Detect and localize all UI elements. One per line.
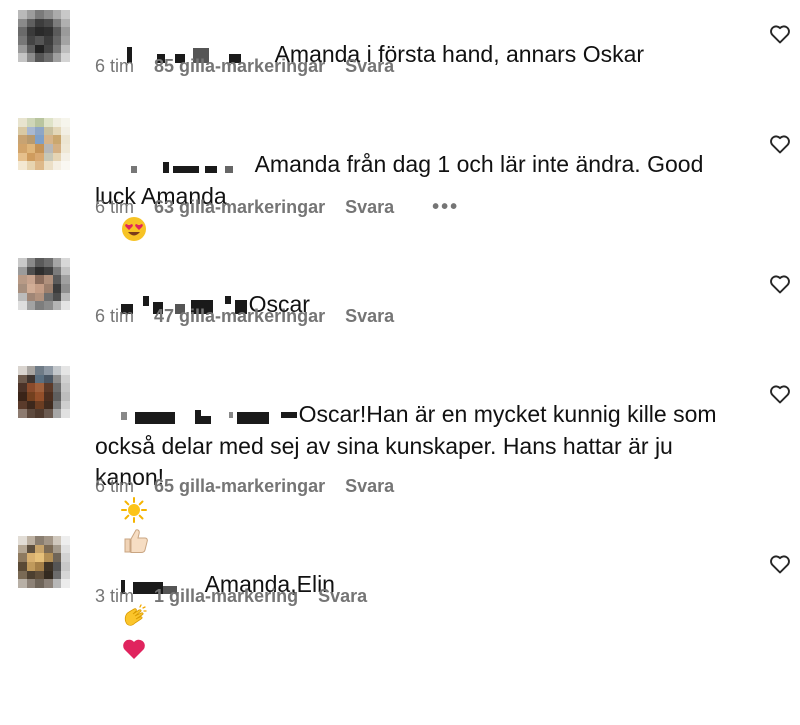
avatar[interactable] <box>18 366 70 418</box>
like-count[interactable]: 65 gilla-markeringar <box>154 476 325 497</box>
comment-time: 6 tim <box>95 56 135 76</box>
comment-time: 6 tim <box>95 197 135 217</box>
reply-button[interactable]: Svara <box>345 306 394 327</box>
comment-meta: 6 tim 47 gilla-markeringar Svara <box>95 306 414 327</box>
heart-outline-icon[interactable] <box>768 22 792 46</box>
heart-outline-icon[interactable] <box>768 272 792 296</box>
comment-time: 6 tim <box>95 306 135 326</box>
like-count[interactable]: 1 gilla-markering <box>154 586 298 607</box>
reply-button[interactable]: Svara <box>345 476 394 497</box>
heart-outline-icon[interactable] <box>768 382 792 406</box>
comment-meta: 6 tim 65 gilla-markeringar Svara <box>95 476 414 497</box>
redacted-username <box>120 400 299 431</box>
comment-time: 6 tim <box>95 476 135 496</box>
avatar[interactable] <box>18 258 70 310</box>
reply-button[interactable]: Svara <box>345 56 394 77</box>
comment-time: 3 tim <box>95 586 135 606</box>
reply-button[interactable]: Svara <box>318 586 367 607</box>
like-count[interactable]: 85 gilla-markeringar <box>154 56 325 77</box>
redacted-username <box>121 150 249 181</box>
comment-meta: 3 tim 1 gilla-markering Svara <box>95 586 387 607</box>
avatar[interactable] <box>18 118 70 170</box>
like-count[interactable]: 47 gilla-markeringar <box>154 306 325 327</box>
avatar[interactable] <box>18 10 70 62</box>
reply-button[interactable]: Svara <box>345 197 394 218</box>
heart-outline-icon[interactable] <box>768 552 792 576</box>
heart-outline-icon[interactable] <box>768 132 792 156</box>
more-options-button[interactable]: ••• <box>432 196 459 219</box>
like-count[interactable]: 63 gilla-markeringar <box>154 197 325 218</box>
comment-meta: 6 tim 63 gilla-markeringar Svara ••• <box>95 196 479 219</box>
comment-meta: 6 tim 85 gilla-markeringar Svara <box>95 56 414 77</box>
comment-text: Amanda,Elin <box>95 538 735 694</box>
avatar[interactable] <box>18 536 70 588</box>
